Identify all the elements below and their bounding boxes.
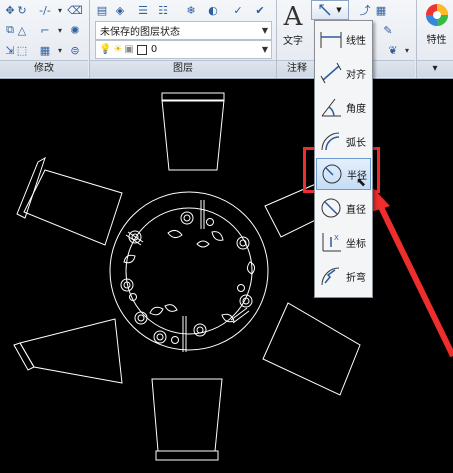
chevron-down-icon: ▼ [336,6,342,14]
chair-lower-left [13,318,123,384]
menu-item-label: 直径 [346,204,366,216]
jogged-dim-icon [318,263,344,289]
match-dropdown-icon[interactable]: ▾ [402,42,412,58]
chopsticks [125,200,250,352]
text-tool-button[interactable]: A 文字 [281,2,305,57]
panel-title-clipped [371,60,415,77]
menu-item-label: 坐标 [346,238,366,250]
arc-length-dim-icon [318,128,344,154]
layer-state-label: 未保存的图层状态 [100,27,180,38]
menu-item-angular[interactable]: 角度 [316,91,371,123]
dimension-dropdown-button[interactable]: ▼ [311,0,349,20]
bulb-icon: 💡 [99,44,112,55]
layer-properties-icon[interactable]: ▤ [94,2,110,18]
turntable-outline [125,207,253,335]
explode-icon[interactable]: ✺ [67,22,83,38]
modify-panel-title[interactable]: 修改 [0,60,88,77]
menu-item-arc-length[interactable]: 弧长 [316,125,371,157]
menu-item-label: 折弯 [346,272,366,284]
markup-icon[interactable]: ✎ [380,22,396,38]
menu-item-aligned[interactable]: 对齐 [316,57,371,89]
menu-item-label: 弧长 [346,137,366,149]
properties-label: 特性 [426,35,447,46]
cups [129,218,245,344]
trim-dropdown-icon[interactable]: ▾ [55,2,65,18]
menu-item-diameter[interactable]: 直径 [316,192,371,224]
menu-item-radius[interactable]: 半径 ⬉ [316,158,371,190]
layer-dropdown[interactable]: 💡 ☀ ▣ 0 ▼ [95,40,272,59]
table-icon[interactable]: ▦ [373,2,389,18]
aligned-dim-icon [318,60,344,86]
sun-icon: ☀ [113,44,123,55]
menu-item-jogged[interactable]: 折弯 [316,260,371,292]
chair-top [161,92,225,171]
layer-freeze-icon[interactable]: ❄ [183,2,199,18]
svg-text:X: X [334,234,339,242]
text-tool-glyph: A [283,2,303,32]
array-dropdown-icon[interactable]: ▾ [55,42,65,58]
mirror-icon[interactable]: △ [14,22,30,38]
menu-item-label: 线性 [346,35,366,47]
layer-isolate-icon[interactable]: ☰ [135,2,151,18]
properties-panel-title[interactable]: ▾ [417,60,453,77]
menu-item-ordinate[interactable]: X 坐标 [316,226,371,258]
ordinate-dim-icon: X [318,229,344,255]
ribbon: ✥ ↻ -/- ▾ ⌫ ⧉ △ ⌐ ▾ ✺ ⇲ ⬚ ▦ ▾ ⊜ 修改 ▤ ◈ ☰… [0,0,453,79]
layers-panel-title[interactable]: 图层 [90,60,276,77]
layer-state-dropdown[interactable]: 未保存的图层状态 ▼ [95,21,272,40]
chair-lower-right [262,302,361,396]
properties-tool-button[interactable]: 特性 [420,0,453,58]
lock-icon: ▣ [124,44,134,55]
text-tool-label: 文字 [283,36,303,47]
menu-item-linear[interactable]: 线性 [316,23,371,55]
fillet-dropdown-icon[interactable]: ▾ [55,22,65,38]
layer-state-icon[interactable]: ◈ [112,2,128,18]
drawing-canvas[interactable] [0,79,453,473]
cursor-icon: ⬉ [356,175,367,189]
scale-icon[interactable]: ⬚ [14,42,30,58]
erase-icon[interactable]: ⌫ [67,2,83,18]
dimension-dropdown-menu: 线性 对齐 角度 弧长 半径 ⬉ 直径 X 坐标 折弯 [314,20,373,298]
annotation-arrow [370,185,453,358]
layer-unisolate-icon[interactable]: ☷ [155,2,171,18]
diameter-dim-icon [318,195,344,221]
match-properties-icon[interactable]: ❦ [385,42,401,58]
rotate-icon[interactable]: ↻ [14,2,30,18]
layer-off-icon[interactable]: ◐ [205,2,221,18]
array-icon[interactable]: ▦ [37,42,53,58]
menu-item-label: 对齐 [346,69,366,81]
leader-icon[interactable]: ⤴ [357,2,373,18]
layer-name: 0 [150,44,158,55]
menu-item-label: 角度 [346,103,366,115]
linear-dim-icon [318,26,344,52]
dimension-icon [319,4,331,16]
layer-match-icon[interactable]: ✓ [230,2,246,18]
chevron-down-icon[interactable]: ▼ [259,26,271,35]
offset-icon[interactable]: ⊜ [67,42,83,58]
angular-dim-icon [318,94,344,120]
spoon-shapes [123,229,256,323]
color-wheel-icon [425,4,448,26]
chevron-down-icon[interactable]: ▼ [259,45,271,54]
annotation-panel-title[interactable]: 注释 [277,60,317,77]
trim-icon[interactable]: -/- [37,2,53,18]
chair-bottom [151,378,223,461]
radius-dim-icon [319,161,345,187]
chair-upper-left [16,156,123,246]
layer-current-icon[interactable]: ✔ [252,2,268,18]
color-swatch-icon [136,44,147,55]
fillet-icon[interactable]: ⌐ [37,22,53,38]
